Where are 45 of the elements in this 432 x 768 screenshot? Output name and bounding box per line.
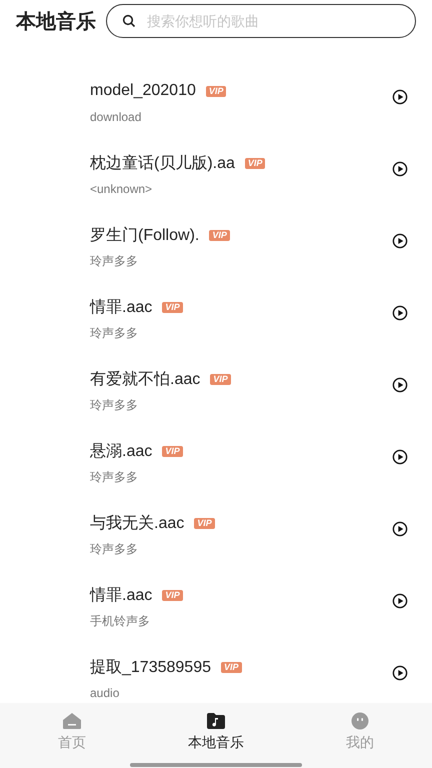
song-title: 情罪.aac xyxy=(90,586,152,606)
play-button[interactable] xyxy=(392,161,408,177)
play-button[interactable] xyxy=(392,305,408,321)
vip-badge: VIP xyxy=(162,590,183,600)
vip-badge: VIP xyxy=(162,446,183,456)
vip-badge: VIP xyxy=(210,374,231,384)
song-source: audio xyxy=(90,685,120,701)
song-title: 枕边童话(贝儿版).aa xyxy=(90,154,235,174)
play-button[interactable] xyxy=(392,233,408,249)
song-title: 与我无关.aac xyxy=(90,514,184,534)
page-title: 本地音乐 xyxy=(16,10,96,34)
song-title: 有爱就不怕.aac xyxy=(90,370,200,390)
home-icon xyxy=(62,712,82,730)
vip-badge: VIP xyxy=(209,230,230,240)
profile-icon xyxy=(350,712,370,730)
vip-badge: VIP xyxy=(244,158,266,168)
vip-badge: VIP xyxy=(206,86,226,96)
song-source: download xyxy=(90,109,142,125)
vip-badge: VIP xyxy=(220,662,242,672)
vip-badge: VIP xyxy=(162,302,183,312)
play-button[interactable] xyxy=(392,521,408,537)
tab[interactable]: 本地音乐 xyxy=(144,703,288,761)
tab[interactable]: 首页 xyxy=(0,703,144,761)
play-button[interactable] xyxy=(392,593,408,609)
play-button[interactable] xyxy=(392,665,408,681)
song-title: model_202010 xyxy=(90,82,196,100)
search-field[interactable]: 搜索你想听的歌曲 xyxy=(106,4,416,38)
song-title: 罗生门(Follow). xyxy=(90,226,200,246)
song-source: <unknown> xyxy=(90,181,154,197)
song-source: 玲声多多 xyxy=(90,253,139,269)
tab[interactable]: 我的 xyxy=(288,703,432,761)
vip-badge: VIP xyxy=(194,518,215,528)
play-button[interactable] xyxy=(392,377,408,393)
song-source: 手机铃声多 xyxy=(90,613,151,629)
play-button[interactable] xyxy=(392,449,408,465)
song-title: 悬溺.aac xyxy=(90,442,152,462)
song-source: 玲声多多 xyxy=(90,541,139,557)
song-source: 玲声多多 xyxy=(90,325,139,341)
song-title: 情罪.aac xyxy=(90,298,152,318)
search-icon xyxy=(122,14,136,28)
song-source: 玲声多多 xyxy=(90,397,139,413)
song-title: 提取_173589595 xyxy=(90,658,211,678)
music-folder-icon xyxy=(206,712,226,730)
song-source: 玲声多多 xyxy=(90,469,139,485)
play-button[interactable] xyxy=(392,89,408,105)
